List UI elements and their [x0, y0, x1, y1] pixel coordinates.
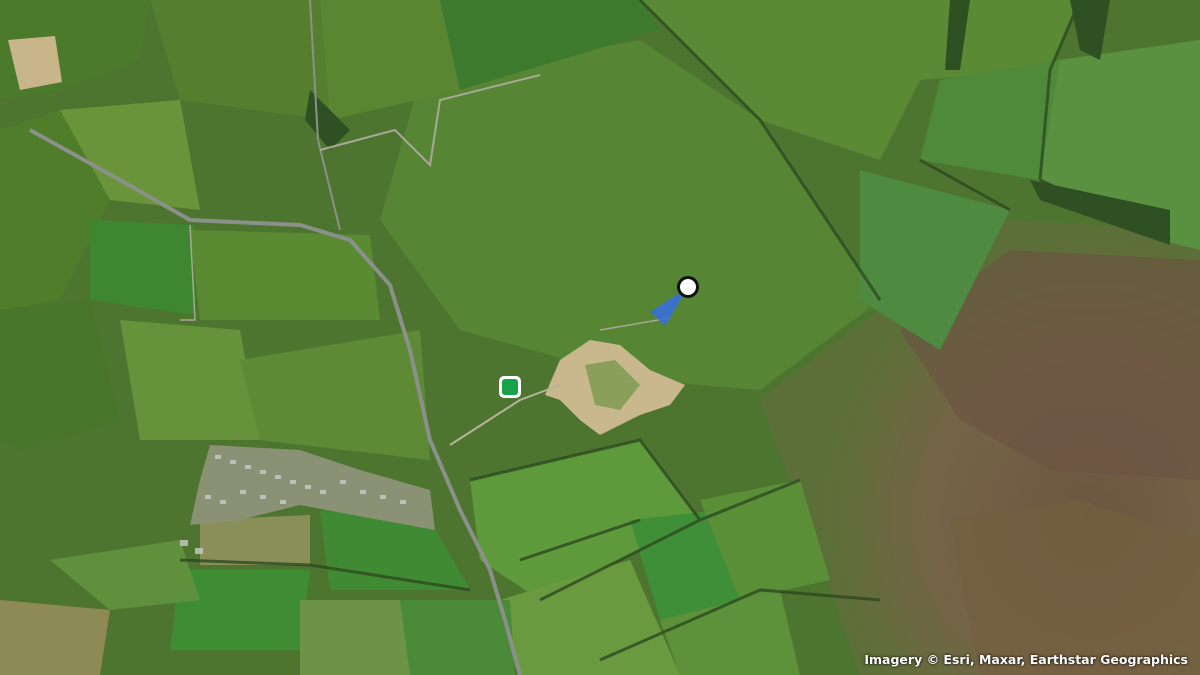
- square-pin-icon: [502, 379, 518, 395]
- satellite-imagery: [0, 0, 1200, 675]
- map-attribution: Imagery © Esri, Maxar, Earthstar Geograp…: [864, 652, 1188, 667]
- satellite-map[interactable]: Imagery © Esri, Maxar, Earthstar Geograp…: [0, 0, 1200, 675]
- destination-marker[interactable]: [499, 376, 521, 398]
- current-location-marker[interactable]: [677, 276, 699, 298]
